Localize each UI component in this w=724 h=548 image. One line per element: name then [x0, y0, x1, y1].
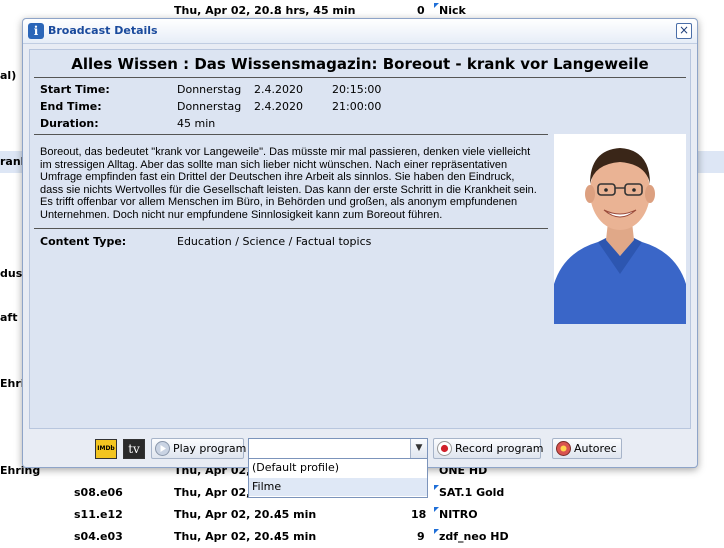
- tv-guide-button[interactable]: tv: [123, 439, 145, 459]
- row-fragment: aft: [0, 311, 18, 324]
- row-channel: SAT.1 Gold: [439, 486, 505, 499]
- row-duration: 45 min: [274, 508, 317, 521]
- row-number: 0: [417, 4, 425, 17]
- broadcast-details-dialog: i Broadcast Details × Alles Wissen : Das…: [22, 18, 698, 468]
- duration-label: Duration:: [40, 117, 99, 130]
- row-number: 18: [411, 508, 427, 521]
- start-time-label: Start Time:: [40, 83, 110, 96]
- dialog-titlebar[interactable]: i Broadcast Details ×: [23, 19, 697, 44]
- presenter-photo: [554, 134, 686, 324]
- row-episode: s11.e12: [74, 508, 123, 521]
- close-icon: ×: [678, 23, 690, 37]
- close-button[interactable]: ×: [676, 23, 692, 39]
- divider: [34, 134, 548, 135]
- autorec-label: Autorec: [574, 442, 617, 455]
- autorec-icon: [556, 441, 571, 456]
- chevron-down-icon[interactable]: ▼: [410, 439, 427, 458]
- content-type-label: Content Type:: [40, 235, 127, 248]
- dialog-title: Broadcast Details: [48, 24, 158, 37]
- play-icon: [155, 441, 170, 456]
- recording-profile-select[interactable]: ▼: [248, 438, 428, 459]
- play-program-label: Play program: [173, 442, 247, 455]
- profile-dropdown-list: (Default profile) Filme: [248, 458, 428, 498]
- program-description: Boreout, das bedeutet "krank vor Langewe…: [40, 146, 537, 221]
- table-row[interactable]: s04.e03 Thu, Apr 02, 20... 45 min 9 zdf_…: [0, 526, 724, 548]
- row-duration: 8 hrs, 45 min: [274, 4, 356, 17]
- end-day: Donnerstag: [177, 100, 242, 113]
- autorec-button[interactable]: Autorec: [552, 438, 622, 459]
- row-episode: s08.e06: [74, 486, 123, 499]
- end-date: 2.4.2020: [254, 100, 303, 113]
- program-title: Alles Wissen : Das Wissensmagazin: Boreo…: [71, 55, 649, 73]
- start-date: 2.4.2020: [254, 83, 303, 96]
- profile-option-filme[interactable]: Filme: [249, 478, 427, 496]
- row-date: Thu, Apr 02, 20...: [174, 4, 282, 17]
- dialog-toolbar: IMDb tv Play program ▼ Record program Au…: [23, 431, 697, 461]
- record-program-button[interactable]: Record program: [433, 438, 544, 459]
- record-icon: [437, 441, 452, 456]
- row-channel: Nick: [439, 4, 466, 17]
- info-icon: i: [28, 23, 44, 39]
- profile-option-default[interactable]: (Default profile): [249, 459, 427, 477]
- end-time-label: End Time:: [40, 100, 102, 113]
- play-program-button[interactable]: Play program: [151, 438, 247, 459]
- start-day: Donnerstag: [177, 83, 242, 96]
- record-program-label: Record program: [455, 442, 544, 455]
- row-date: Thu, Apr 02, 20...: [174, 508, 282, 521]
- divider: [34, 228, 548, 229]
- table-row[interactable]: s11.e12 Thu, Apr 02, 20... 45 min 18 NIT…: [0, 504, 724, 526]
- row-fragment: al): [0, 69, 17, 82]
- row-fragment: dus: [0, 267, 23, 280]
- row-channel: NITRO: [439, 508, 478, 521]
- end-time: 21:00:00: [332, 100, 382, 113]
- details-panel: Alles Wissen : Das Wissensmagazin: Boreo…: [29, 49, 691, 429]
- imdb-button[interactable]: IMDb: [95, 439, 117, 459]
- start-time: 20:15:00: [332, 83, 382, 96]
- duration-value: 45 min: [177, 117, 216, 130]
- divider: [34, 77, 686, 78]
- content-type-value: Education / Science / Factual topics: [177, 235, 372, 248]
